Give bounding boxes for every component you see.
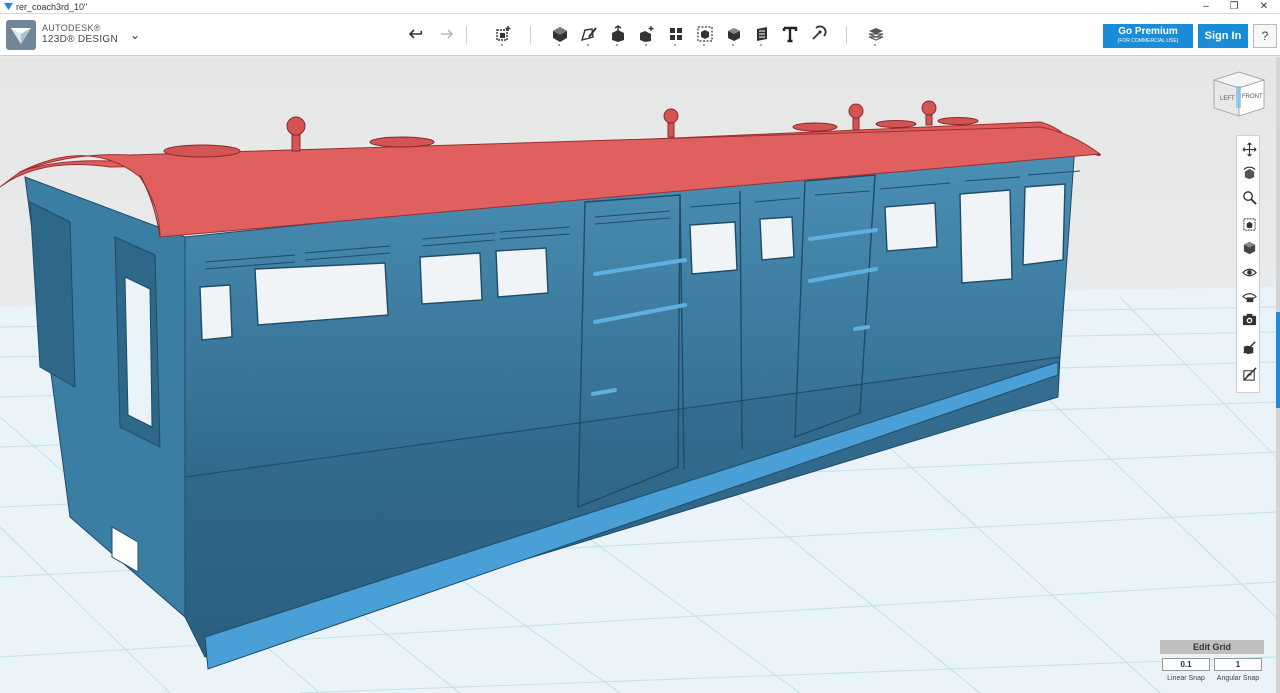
- text-icon: [782, 26, 798, 43]
- maximize-button[interactable]: ❐: [1220, 0, 1248, 14]
- scrollbar-thumb[interactable]: [1276, 312, 1280, 408]
- viewport-scrollbar[interactable]: [1276, 57, 1280, 693]
- toolbar-separator: [466, 26, 467, 44]
- redo-button[interactable]: [433, 22, 457, 46]
- orbit-icon: [1242, 166, 1256, 179]
- sign-in-button[interactable]: Sign In: [1198, 24, 1248, 48]
- material-button[interactable]: [864, 22, 888, 46]
- measure-icon: [757, 27, 767, 41]
- submenu-dot: [616, 44, 618, 46]
- angular-snap-label: Angular Snap: [1216, 675, 1260, 682]
- modify-icon: [640, 26, 654, 42]
- show-hide-icon: [1242, 340, 1256, 354]
- submenu-dot: [874, 44, 876, 46]
- snap-button[interactable]: [806, 22, 830, 46]
- navigation-bar: [1236, 135, 1260, 393]
- undo-button[interactable]: [405, 22, 429, 46]
- submenu-dot: [674, 44, 676, 46]
- main-toolbar: AUTODESK® 123D® DESIGN ⌄ Go Premium (FOR…: [0, 14, 1280, 56]
- transform-icon: [496, 26, 511, 41]
- fit-button[interactable]: [1239, 214, 1259, 234]
- title-bar: rer_coach3rd_10" – ❐ ✕: [0, 0, 1280, 14]
- materials-outlines-icon: [1241, 292, 1257, 302]
- app-icon: [4, 2, 13, 11]
- scene-canvas[interactable]: [0, 57, 1276, 693]
- premium-sublabel: (FOR COMMERCIAL USE): [1117, 38, 1179, 44]
- viewcube[interactable]: LEFT FRONT: [1212, 70, 1266, 120]
- pan-button[interactable]: [1239, 139, 1259, 159]
- show-hide-button[interactable]: [1239, 337, 1259, 357]
- view-button[interactable]: [1239, 237, 1259, 257]
- grouping-button[interactable]: [693, 22, 717, 46]
- primitives-button[interactable]: [548, 22, 572, 46]
- zoom-button[interactable]: [1239, 187, 1259, 207]
- go-premium-button[interactable]: Go Premium (FOR COMMERCIAL USE): [1103, 24, 1193, 48]
- zoom-icon: [1242, 190, 1257, 205]
- redo-icon: [441, 29, 454, 39]
- pan-icon: [1242, 142, 1256, 156]
- viewcube-front-label: FRONT: [1242, 94, 1263, 100]
- sketch-button[interactable]: [577, 22, 601, 46]
- toolbar-separator: [846, 26, 847, 44]
- grouping-icon: [697, 26, 713, 42]
- camera-icon: [1242, 313, 1256, 325]
- help-button[interactable]: ?: [1253, 24, 1277, 48]
- construct-icon: [612, 25, 624, 42]
- linear-snap-field[interactable]: 0.1: [1162, 658, 1210, 671]
- camera-button[interactable]: [1239, 309, 1259, 329]
- pattern-icon: [670, 28, 682, 40]
- edit-grid-button[interactable]: Edit Grid: [1160, 640, 1264, 654]
- viewcube-left-label: LEFT: [1220, 96, 1235, 102]
- visibility-button[interactable]: [1239, 262, 1259, 282]
- snap-grid-icon: [1242, 366, 1257, 381]
- sketch-icon: [580, 27, 597, 42]
- visibility-icon: [1241, 268, 1257, 276]
- combine-button[interactable]: [722, 22, 746, 46]
- material-icon: [868, 28, 884, 41]
- construct-button[interactable]: [606, 22, 630, 46]
- orbit-button[interactable]: [1239, 163, 1259, 183]
- grid-panel: Edit Grid 0.1 1 Linear Snap Angular Snap: [1160, 640, 1264, 686]
- transform-button[interactable]: [491, 22, 515, 46]
- materials-outlines-button[interactable]: [1239, 286, 1259, 306]
- primitives-icon: [553, 27, 567, 42]
- premium-label: Go Premium: [1118, 26, 1178, 37]
- snap-icon: [812, 25, 827, 40]
- snap-grid-button[interactable]: [1239, 364, 1259, 384]
- pattern-button[interactable]: [664, 22, 688, 46]
- brand-product: 123D® DESIGN: [42, 34, 118, 45]
- app-logo[interactable]: [6, 20, 36, 50]
- text-button[interactable]: [778, 22, 802, 46]
- submenu-dot: [558, 44, 560, 46]
- brand-company: AUTODESK®: [42, 23, 101, 33]
- app-menu-caret[interactable]: ⌄: [130, 28, 140, 42]
- modify-button[interactable]: [635, 22, 659, 46]
- submenu-dot: [760, 44, 762, 46]
- linear-snap-label: Linear Snap: [1167, 675, 1205, 682]
- end-window-glass: [124, 276, 153, 428]
- submenu-dot: [645, 44, 647, 46]
- window-title: rer_coach3rd_10": [16, 2, 88, 12]
- submenu-dot: [703, 44, 705, 46]
- toolbar-separator: [530, 26, 531, 44]
- brand: AUTODESK® 123D® DESIGN: [42, 23, 118, 45]
- submenu-dot: [732, 44, 734, 46]
- submenu-dot: [501, 44, 503, 46]
- combine-icon: [728, 28, 740, 41]
- submenu-dot: [587, 44, 589, 46]
- measure-button[interactable]: [750, 22, 774, 46]
- minimize-button[interactable]: –: [1192, 0, 1220, 14]
- view-icon: [1243, 241, 1255, 254]
- fit-icon: [1242, 217, 1256, 231]
- angular-snap-field[interactable]: 1: [1214, 658, 1262, 671]
- close-button[interactable]: ✕: [1250, 0, 1278, 14]
- undo-icon: [408, 29, 423, 39]
- design-viewport[interactable]: [0, 57, 1276, 693]
